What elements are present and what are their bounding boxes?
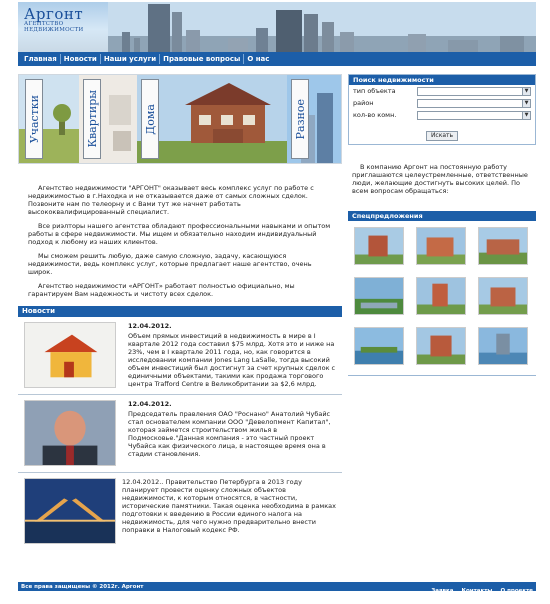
nav-home[interactable]: Главная <box>21 54 61 64</box>
houses-image <box>137 75 287 163</box>
tab-apartments[interactable]: Квартиры <box>83 79 101 159</box>
rooms-select[interactable]: ▼ <box>417 110 531 120</box>
district-label: район <box>353 99 374 107</box>
header-banner: Аргонт АГЕНТСТВО НЕДВИЖИМОСТИ <box>18 2 536 52</box>
footer-links: Заявка Контакты О проекте <box>428 577 533 596</box>
offer-thumbnail[interactable] <box>416 327 466 365</box>
copyright-text: Все права защищены © 2012г. Аргонт <box>21 583 144 590</box>
specials-grid <box>348 221 536 377</box>
tab-houses[interactable]: Дома <box>141 79 159 159</box>
logo[interactable]: Аргонт АГЕНТСТВО НЕДВИЖИМОСТИ <box>24 5 114 41</box>
specials-header: Спецпредложения <box>348 211 536 221</box>
search-row: район ▼ <box>349 97 535 109</box>
search-button[interactable]: Искать <box>425 130 459 141</box>
page: Аргонт АГЕНТСТВО НЕДВИЖИМОСТИ Главная Но… <box>18 2 536 594</box>
object-type-label: тип объекта <box>353 87 396 95</box>
news-text: 12.04.2012. Объем прямых инвестиций в не… <box>116 322 338 388</box>
news-body: Объем прямых инвестиций в недвижимость в… <box>128 332 336 388</box>
news-date: 12.04.2012. <box>122 478 162 486</box>
nav-services[interactable]: Наши услуги <box>101 54 161 64</box>
offer-thumbnail[interactable] <box>478 227 528 265</box>
footer-link-about[interactable]: О проекте <box>501 588 534 594</box>
portrait-image[interactable] <box>24 400 116 466</box>
news-list: 12.04.2012. Объем прямых инвестиций в не… <box>18 317 342 550</box>
news-text: 12.04.2012. Председатель правления ОАО "… <box>116 400 338 466</box>
search-row: тип объекта ▼ <box>349 85 535 97</box>
tab-misc[interactable]: Разное <box>291 79 309 159</box>
news-item: 12.04.2012. Председатель правления ОАО "… <box>18 395 342 473</box>
house-model-image[interactable] <box>24 322 116 388</box>
tab-plots[interactable]: Участки <box>25 79 43 159</box>
news-text: 12.04.2012.. Правительство Петербурга в … <box>122 478 336 534</box>
bridge-night-image[interactable] <box>24 478 116 544</box>
chevron-down-icon[interactable]: ▼ <box>522 99 530 107</box>
chevron-down-icon[interactable]: ▼ <box>522 87 530 95</box>
news-header: Новости <box>18 306 342 317</box>
offer-thumbnail[interactable] <box>354 277 404 315</box>
tab-plots-label: Участки <box>27 94 41 144</box>
main-column: Участки Квартиры Дома Разное Агентство н… <box>18 74 342 550</box>
footer-link-contacts[interactable]: Контакты <box>462 588 493 594</box>
news-item: 12.04.2012. Объем прямых инвестиций в не… <box>18 317 342 395</box>
offer-thumbnail[interactable] <box>416 227 466 265</box>
intro-paragraph: Мы сможем решить любую, даже самую сложн… <box>28 252 312 276</box>
intro-paragraph: Агентство недвижимости «АРГОНТ» работает… <box>28 282 295 298</box>
sidebar: Поиск недвижимости тип объекта ▼ район ▼… <box>348 74 536 376</box>
district-select[interactable]: ▼ <box>417 98 531 108</box>
news-date: 12.04.2012. <box>128 322 172 330</box>
news-body: Правительство Петербурга в 2013 году пла… <box>122 478 336 534</box>
footer-link-request[interactable]: Заявка <box>431 588 453 594</box>
search-box: Поиск недвижимости тип объекта ▼ район ▼… <box>348 74 536 145</box>
chevron-down-icon[interactable]: ▼ <box>522 111 530 119</box>
city-skyline-image <box>108 2 536 52</box>
offer-thumbnail[interactable] <box>416 277 466 315</box>
divider <box>348 375 536 376</box>
specials-box: Спецпредложения <box>348 211 536 376</box>
tab-misc-label: Разное <box>293 98 307 140</box>
rooms-label: кол-во комн. <box>353 111 397 119</box>
footer: Все права защищены © 2012г. Аргонт Заявк… <box>18 582 536 594</box>
search-header: Поиск недвижимости <box>349 75 535 85</box>
main-nav: Главная Новости Наши услуги Правовые воп… <box>18 52 536 66</box>
nav-news[interactable]: Новости <box>61 54 101 64</box>
nav-about[interactable]: О нас <box>244 54 272 64</box>
intro-paragraph: Все риэлторы нашего агентства обладают п… <box>28 222 331 246</box>
news-item: 12.04.2012.. Правительство Петербурга в … <box>18 473 342 550</box>
tab-apartments-label: Квартиры <box>85 90 99 148</box>
offer-thumbnail[interactable] <box>478 327 528 365</box>
category-banner: Участки Квартиры Дома Разное <box>18 74 342 164</box>
news-date: 12.04.2012. <box>128 400 172 408</box>
search-actions: Искать <box>349 121 535 144</box>
nav-legal[interactable]: Правовые вопросы <box>160 54 245 64</box>
search-row: кол-во комн. ▼ <box>349 109 535 121</box>
tab-houses-label: Дома <box>143 103 157 135</box>
news-body: Председатель правления ОАО "Роснано" Ана… <box>128 410 331 458</box>
object-type-select[interactable]: ▼ <box>417 86 531 96</box>
offer-thumbnail[interactable] <box>354 227 404 265</box>
job-invite-text: В компанию Аргонт на постоянную работу п… <box>352 163 528 195</box>
offer-thumbnail[interactable] <box>478 277 528 315</box>
offer-thumbnail[interactable] <box>354 327 404 365</box>
intro-paragraph: Агентство недвижимости "АРГОНТ" оказывае… <box>28 184 314 216</box>
intro-text: Агентство недвижимости "АРГОНТ" оказывае… <box>18 164 342 298</box>
